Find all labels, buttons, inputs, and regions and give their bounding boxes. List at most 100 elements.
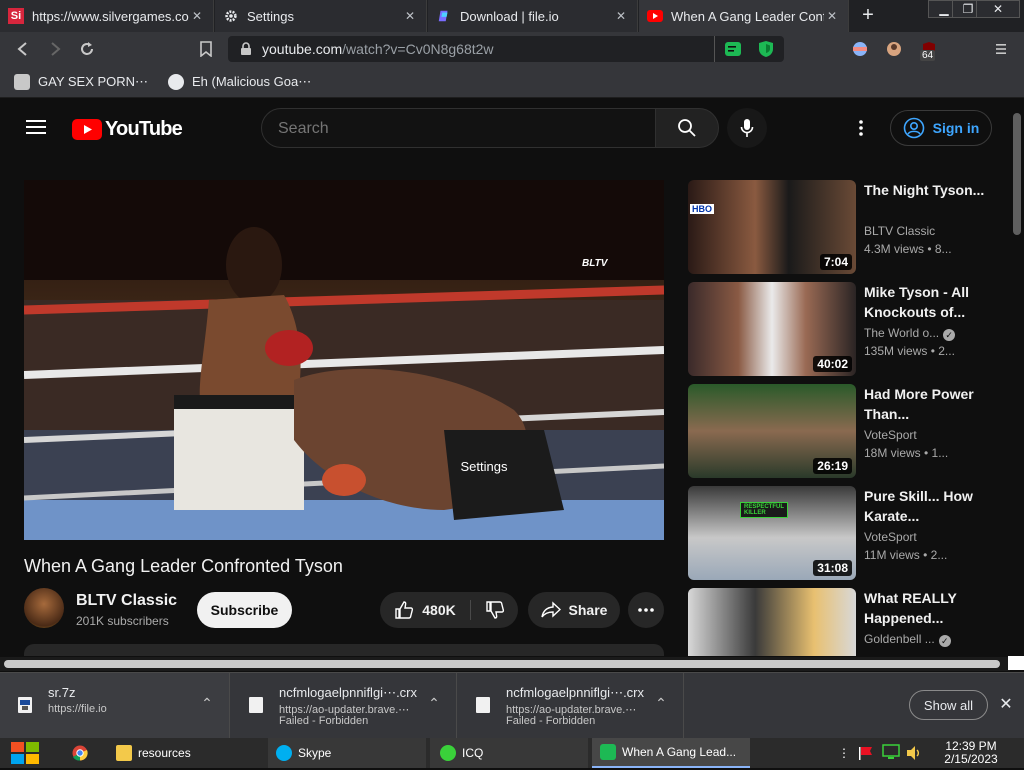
close-tab-icon[interactable]: ✕ [613,9,629,23]
recommendation-item[interactable]: HBO 7:04 The Night Tyson... BLTV Classic… [688,180,1008,276]
youtube-logo[interactable]: YouTube [72,118,183,141]
download-item[interactable]: sr.7z https://file.io ⌃ [0,673,230,739]
tab-youtube-active[interactable]: When A Gang Leader Confr ✕ [639,0,849,32]
vertical-scrollbar[interactable] [1010,99,1024,657]
show-all-downloads-button[interactable]: Show all [909,690,988,720]
new-tab-button[interactable]: + [858,4,878,26]
respectful-killer-banner: RESPECTFUL KILLER [740,502,789,518]
recommendation-item[interactable]: 40:02 Mike Tyson - All Knockouts of... T… [688,282,1008,378]
globe-icon [168,74,184,90]
file-icon [476,697,490,713]
vertical-scroll-thumb[interactable] [1013,113,1021,235]
taskbar-item[interactable]: ICQ [430,738,588,768]
download-filename: ncfmlogaelpnniflgi⋯.crx [506,685,645,700]
bookmark-item[interactable]: GAY SEX PORN⋯ [14,73,148,91]
close-tab-icon[interactable]: ✕ [402,9,418,23]
shield-icon[interactable] [758,40,774,63]
back-icon[interactable] [14,40,32,58]
network-icon[interactable] [882,744,900,765]
video-duration: 7:04 [819,254,852,270]
video-player[interactable]: BLTV [24,180,664,540]
recommendation-item[interactable]: What REALLY Happened... Goldenbell ... ✓ [688,588,1008,656]
search-button[interactable] [655,108,719,148]
recommendation-title[interactable]: Had More Power Than... [864,384,1004,424]
video-thumbnail[interactable] [688,588,856,656]
more-actions-button[interactable] [628,592,664,628]
bookmark-icon[interactable] [197,40,215,58]
more-options-icon[interactable] [858,119,864,142]
reload-icon[interactable] [78,40,96,58]
flag-icon[interactable] [858,746,874,765]
download-item[interactable]: ncfmlogaelpnniflgi⋯.crx https://ao-updat… [458,673,684,739]
fileio-icon [436,8,452,24]
chevron-up-icon[interactable]: ⌃ [425,695,443,713]
account-avatar-icon[interactable] [885,40,903,58]
icq-icon [440,745,456,761]
thumbs-up-icon [395,601,414,619]
close-tab-icon[interactable]: ✕ [824,9,840,23]
close-window-button[interactable]: ✕ [976,0,1020,18]
recommendation-channel: The World o... ✓ [864,326,956,341]
video-thumbnail[interactable]: 26:19 [688,384,856,478]
like-button[interactable]: 480K [380,592,470,628]
forward-icon[interactable] [46,40,64,58]
file-icon [249,697,263,713]
microphone-icon [740,119,754,137]
like-divider [470,600,471,620]
system-clock[interactable]: 12:39 PM 2/15/2023 [934,740,1008,766]
tab-settings[interactable]: Settings ✕ [215,0,427,32]
taskbar-item-active[interactable]: When A Gang Lead... [592,738,750,768]
dislike-button[interactable] [472,592,518,628]
hamburger-menu-icon[interactable] [26,119,46,140]
windows-start-icon[interactable] [10,741,40,770]
channel-avatar[interactable] [24,588,64,628]
recommendation-item[interactable]: 26:19 Had More Power Than... VoteSport 1… [688,384,1008,480]
search-input[interactable] [278,119,638,139]
video-thumbnail[interactable]: HBO 7:04 [688,180,856,274]
url-text[interactable]: youtube.com/watch?v=Cv0N8g68t2w [262,41,494,57]
chevron-up-icon[interactable]: ⌃ [652,695,670,713]
description-box[interactable] [24,644,664,656]
video-thumbnail[interactable]: 40:02 [688,282,856,376]
close-tab-icon[interactable]: ✕ [189,9,205,23]
profile-icon[interactable] [851,40,869,58]
recommendation-channel: BLTV Classic [864,224,936,238]
download-source: https://file.io [48,703,107,715]
taskbar-item[interactable]: Skype [268,738,426,768]
gear-icon [223,8,239,24]
video-frame [24,180,664,540]
subscribe-button[interactable]: Subscribe [197,592,292,628]
horizontal-scrollbar[interactable] [0,657,1010,671]
download-item[interactable]: ncfmlogaelpnniflgi⋯.crx https://ao-updat… [231,673,457,739]
verified-check-icon: ✓ [938,635,951,647]
share-button[interactable]: Share [528,592,620,628]
recommendation-item[interactable]: RESPECTFUL KILLER 31:08 Pure Skill... How… [688,486,1008,582]
volume-icon[interactable] [906,745,922,766]
recommendation-title[interactable]: Pure Skill... How Karate... [864,486,1004,526]
chrome-icon[interactable] [72,745,88,766]
tab-fileio[interactable]: Download | file.io ✕ [428,0,638,32]
channel-name[interactable]: BLTV Classic [76,592,177,610]
like-dislike-group: 480K [380,592,518,628]
video-duration: 26:19 [813,458,852,474]
recommendation-title[interactable]: What REALLY Happened... [864,588,1004,628]
tab-silvergames[interactable]: Si https://www.silvergames.co ✕ [0,0,214,32]
extension-badge: 64 [920,50,936,61]
close-downloads-icon[interactable]: ✕ [996,694,1016,714]
tray-overflow-icon[interactable]: ⋮ [838,746,850,760]
menu-icon[interactable] [992,40,1010,58]
voice-search-button[interactable] [727,108,767,148]
video-thumbnail[interactable]: RESPECTFUL KILLER 31:08 [688,486,856,580]
chevron-up-icon[interactable]: ⌃ [198,695,216,713]
recommendation-title[interactable]: The Night Tyson... [864,180,1004,200]
brave-wallet-icon[interactable] [724,40,742,63]
taskbar-item[interactable]: resources [108,738,264,768]
horizontal-scroll-thumb[interactable] [4,660,1000,668]
download-status: Failed - Forbidden [279,715,369,727]
address-bar[interactable]: youtube.com/watch?v=Cv0N8g68t2w [228,36,784,62]
recommendation-title[interactable]: Mike Tyson - All Knockouts of... [864,282,1004,322]
sign-in-button[interactable]: Sign in [890,110,992,146]
bookmark-item[interactable]: Eh (Malicious Goa⋯ [168,73,311,91]
browser-icon [600,744,616,760]
video-watermark: BLTV [582,258,608,269]
